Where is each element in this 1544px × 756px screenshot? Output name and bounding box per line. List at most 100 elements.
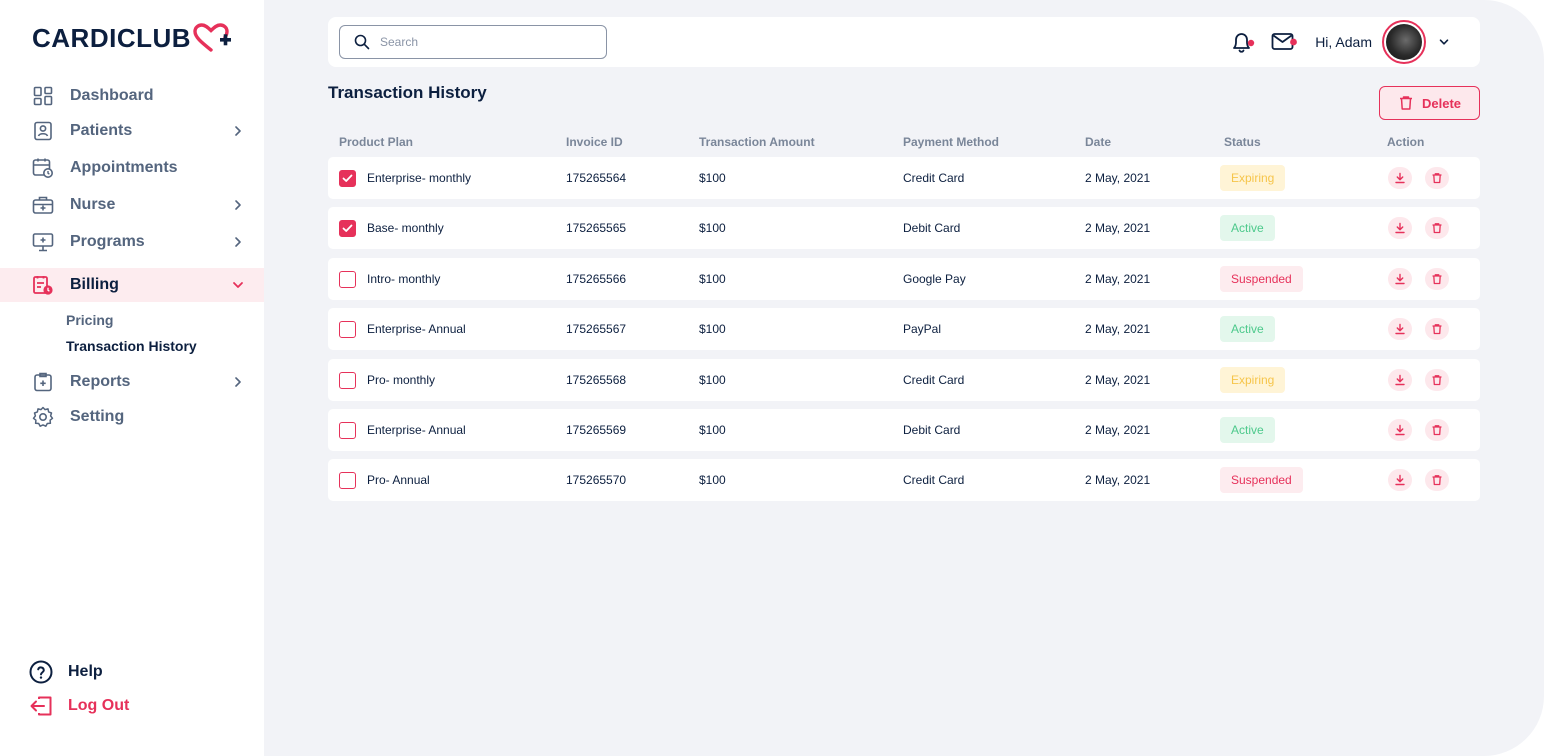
download-button[interactable] [1388, 469, 1412, 491]
cell-payment-method: Credit Card [903, 373, 965, 387]
download-button[interactable] [1388, 217, 1412, 239]
download-button[interactable] [1388, 419, 1412, 441]
logout-link[interactable]: Log Out [28, 694, 129, 718]
cell-transaction-amount: $100 [699, 373, 726, 387]
help-link[interactable]: Help [28, 660, 103, 684]
sidebar-item-reports[interactable]: Reports [0, 365, 264, 399]
sidebar-item-label: Programs [70, 233, 145, 250]
help-icon [28, 660, 54, 684]
cell-payment-method: Credit Card [903, 171, 965, 185]
cell-product-plan: Pro- monthly [367, 373, 436, 387]
row-checkbox[interactable] [339, 170, 356, 187]
row-checkbox[interactable] [339, 422, 356, 439]
sidebar-item-programs[interactable]: Programs [0, 225, 264, 259]
main-content: Hi, Adam Transaction History Delete Prod… [264, 0, 1544, 756]
sidebar-item-patients[interactable]: Patients [0, 114, 264, 148]
row-delete-button[interactable] [1425, 268, 1449, 290]
checkmark-icon [342, 224, 353, 232]
row-delete-button[interactable] [1425, 217, 1449, 239]
messages-button[interactable] [1271, 28, 1299, 56]
row-checkbox[interactable] [339, 220, 356, 237]
status-badge: Expiring [1220, 165, 1286, 191]
download-button[interactable] [1388, 318, 1412, 340]
report-icon [32, 371, 54, 393]
sidebar-item-label: Billing [70, 276, 119, 293]
table-header: Product Plan Invoice ID Transaction Amou… [328, 135, 1480, 151]
row-checkbox[interactable] [339, 372, 356, 389]
search-box[interactable] [339, 25, 607, 59]
table-row[interactable]: Base- monthly 175265565 $100 Debit Card 2 Ma… [328, 207, 1480, 249]
sidebar-item-label: Dashboard [70, 87, 154, 104]
user-greeting: Hi, Adam [1315, 34, 1372, 50]
row-checkbox[interactable] [339, 271, 356, 288]
table-row[interactable]: Intro- monthly 175265566 $100 Google Pay 2 M… [328, 258, 1480, 300]
search-input[interactable] [380, 35, 580, 49]
cell-invoice-id: 175265568 [566, 373, 627, 387]
mail-icon [1271, 33, 1298, 50]
chevron-right-icon[interactable] [232, 235, 244, 249]
row-checkbox[interactable] [339, 321, 356, 338]
table-row[interactable]: Enterprise- Annual 175265569 $100 Debit Car… [328, 409, 1480, 451]
row-checkbox[interactable] [339, 472, 356, 489]
row-delete-button[interactable] [1425, 469, 1449, 491]
delete-button[interactable]: Delete [1379, 86, 1480, 120]
row-delete-button[interactable] [1425, 419, 1449, 441]
cell-date: 2 May, 2021 [1085, 272, 1151, 286]
row-delete-button[interactable] [1425, 318, 1449, 340]
sidebar: CARDICLUB Dashboard Patients Appointments N… [0, 0, 264, 756]
row-delete-button[interactable] [1425, 369, 1449, 391]
logout-label: Log Out [68, 697, 130, 714]
sidebar-item-setting[interactable]: Setting [0, 400, 264, 434]
cell-date: 2 May, 2021 [1085, 423, 1151, 437]
table-row[interactable]: Enterprise- Annual 175265567 $100 PayPal 2 M… [328, 308, 1480, 350]
heart-plus-icon [193, 23, 232, 52]
trash-icon [1432, 324, 1442, 335]
cell-payment-method: PayPal [903, 322, 942, 336]
cell-transaction-amount: $100 [699, 171, 726, 185]
chevron-down-icon[interactable] [232, 278, 244, 292]
trash-icon [1432, 223, 1442, 234]
cell-date: 2 May, 2021 [1085, 473, 1151, 487]
sidebar-item-nurse[interactable]: Nurse [0, 188, 264, 222]
status-badge: Expiring [1220, 367, 1286, 393]
medical-kit-icon [32, 194, 54, 216]
cell-invoice-id: 175265564 [566, 171, 627, 185]
sidebar-item-dashboard[interactable]: Dashboard [0, 79, 264, 113]
sidebar-item-billing[interactable]: Billing [0, 268, 264, 302]
chevron-right-icon[interactable] [232, 198, 244, 212]
chevron-down-icon[interactable] [1438, 36, 1450, 48]
patients-icon [32, 120, 54, 142]
cell-date: 2 May, 2021 [1085, 171, 1151, 185]
cell-product-plan: Enterprise- Annual [367, 423, 466, 437]
sidebar-item-appointments[interactable]: Appointments [0, 151, 264, 185]
download-icon [1395, 222, 1405, 234]
table-row[interactable]: Enterprise- monthly 175265564 $100 Credit C… [328, 157, 1480, 199]
download-icon [1395, 323, 1405, 335]
chevron-right-icon[interactable] [232, 124, 244, 138]
avatar[interactable] [1382, 20, 1426, 64]
download-button[interactable] [1388, 167, 1412, 189]
sidebar-sub-transaction-history[interactable]: Transaction History [66, 338, 197, 354]
header-product-plan: Product Plan [339, 135, 414, 149]
notification-button[interactable] [1229, 28, 1257, 56]
brand-logo[interactable]: CARDICLUB [32, 22, 233, 54]
cell-product-plan: Base- monthly [367, 221, 444, 235]
download-icon [1395, 474, 1405, 486]
sidebar-item-label: Setting [70, 408, 125, 425]
sidebar-sub-pricing[interactable]: Pricing [66, 312, 113, 328]
top-bar: Hi, Adam [328, 17, 1480, 67]
cell-invoice-id: 175265570 [566, 473, 627, 487]
table-row[interactable]: Pro- monthly 175265568 $100 Credit Card 2 Ma… [328, 359, 1480, 401]
download-icon [1395, 172, 1405, 184]
table-row[interactable]: Pro- Annual 175265570 $100 Credit Card 2 May… [328, 459, 1480, 501]
gear-icon [32, 406, 54, 428]
header-payment-method: Payment Method [903, 135, 1000, 149]
cell-product-plan: Intro- monthly [367, 272, 441, 286]
download-button[interactable] [1388, 369, 1412, 391]
chevron-right-icon[interactable] [232, 375, 244, 389]
trash-icon [1432, 173, 1442, 184]
row-delete-button[interactable] [1425, 167, 1449, 189]
download-icon [1395, 424, 1405, 436]
download-button[interactable] [1388, 268, 1412, 290]
checkmark-icon [342, 174, 353, 182]
